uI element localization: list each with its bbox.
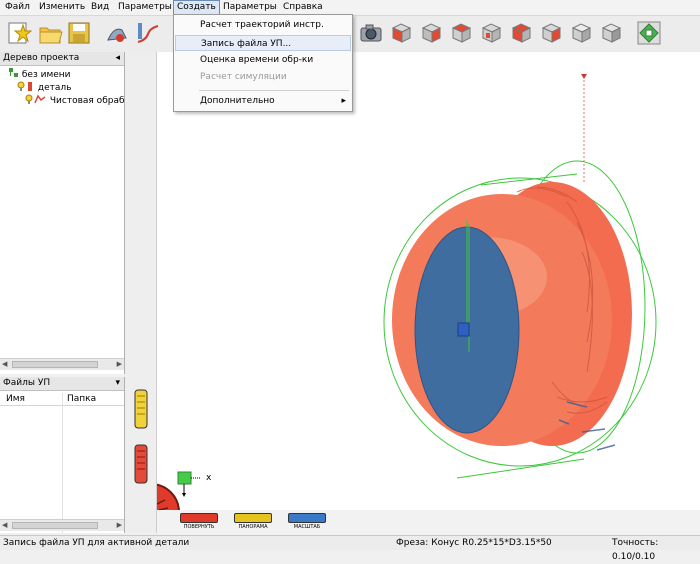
menu-edit[interactable]: Изменить [36,1,88,14]
pin-icon[interactable]: ◂ [115,52,120,65]
new-project-icon[interactable] [6,20,33,46]
toolpath-icon[interactable] [134,20,160,46]
yellow-slider-icon[interactable] [134,389,148,429]
menu-file[interactable]: Файл [2,1,33,14]
status-message: Запись файла УП для активной детали [3,538,190,548]
scroll-thumb[interactable] [12,522,98,529]
menu-parameters-2[interactable]: Параметры [220,1,280,14]
tree-node-label: деталь [37,83,72,93]
zoom-label: МАСШТАБ [293,524,321,530]
zoom-bar[interactable] [288,513,326,523]
menu-view[interactable]: Вид [88,1,112,14]
scroll-left-icon[interactable]: ◀ [2,360,7,368]
project-tree-panel: Дерево проекта ◂ без имени деталь Чистов… [0,52,136,374]
files-table-header: Имя Папка [0,393,124,533]
status-tolerance: Точность: 0.10/0.10 [612,538,659,562]
files-horizontal-scrollbar[interactable]: ◀ ▶ [0,519,124,531]
menu-item-write-nc-file[interactable]: Запись файла УП... [175,35,351,51]
tree-node-project[interactable]: без имени [9,68,71,80]
rotate-bar[interactable] [180,513,218,523]
menu-parameters[interactable]: Параметры [115,1,175,14]
scroll-right-icon[interactable]: ▶ [117,360,122,368]
project-tree-header: Дерево проекта ◂ [0,52,124,66]
rotate-label: ПОВЕРНУТЬ [183,524,215,530]
display-mode-icon[interactable] [636,20,662,46]
tree-node-label: Чистовая обрабоТ [49,96,136,106]
nc-files-title: Файлы УП [3,378,51,388]
scroll-thumb[interactable] [12,361,98,368]
vertical-control-strip [125,52,157,533]
panel-menu-icon[interactable]: ▾ [115,377,120,390]
view-top-icon[interactable] [448,20,474,46]
operation-icon [25,94,46,104]
column-name[interactable]: Имя [6,393,25,405]
menu-item-calc-toolpaths[interactable]: Расчет траекторий инстр. [175,17,351,33]
scroll-right-icon[interactable]: ▶ [117,521,122,529]
view-right-icon[interactable] [508,20,534,46]
tool-tip-marker [457,322,470,337]
tree-node-part[interactable]: деталь [17,81,71,93]
zoom-control[interactable]: МАСШТАБ [288,513,326,532]
column-folder[interactable]: Папка [67,393,96,405]
project-tree-title: Дерево проекта [3,53,80,63]
menu-help[interactable]: Справка [280,1,326,14]
rotate-dial-icon[interactable] [157,483,180,510]
menu-item-simulation: Расчет симуляции [200,72,287,82]
project-icon [9,68,18,77]
pan-control[interactable]: ПАНОРАМА [234,513,272,532]
menu-item-estimate-time[interactable]: Оценка времени обр-ки [175,52,351,68]
tree-horizontal-scrollbar[interactable]: ◀ ▶ [0,358,124,370]
nc-files-header: Файлы УП ▾ [0,377,124,391]
pan-bar[interactable] [234,513,272,523]
3d-viewport[interactable]: x [157,52,700,510]
red-slider-icon[interactable] [134,444,148,484]
axis-x-label: x [206,473,212,483]
part-icon [17,81,32,91]
view-back-icon[interactable] [538,20,564,46]
camera-icon[interactable] [358,20,384,46]
status-bar: Запись файла УП для активной детали Фрез… [0,535,700,562]
view-bottom-icon[interactable] [568,20,594,46]
create-menu-dropdown: Расчет траекторий инстр. Запись файла УП… [173,14,353,112]
view-front-icon[interactable] [418,20,444,46]
view-iso-icon[interactable] [388,20,414,46]
tree-node-label: без имени [21,70,71,80]
menu-separator [199,90,349,91]
menu-create[interactable]: Создать [173,0,220,15]
menu-item-label: Дополнительно [200,96,275,106]
z-axis-marker [581,74,587,79]
tree-node-operation[interactable]: Чистовая обрабоТ [25,94,136,106]
status-tool: Фреза: Конус R0.25*15*D3.15*50 [396,538,552,548]
save-icon[interactable] [66,20,92,46]
view-wire-icon[interactable] [598,20,624,46]
scroll-left-icon[interactable]: ◀ [2,521,7,529]
open-folder-icon[interactable] [37,20,63,46]
tool-icon[interactable] [104,20,130,46]
nc-files-panel: Файлы УП ▾ Имя Папка ◀ ▶ [0,377,125,533]
menu-item-additional[interactable]: Дополнительно ▸ [175,93,351,109]
view-left-icon[interactable] [478,20,504,46]
submenu-arrow-icon: ▸ [341,96,346,106]
pan-label: ПАНОРАМА [238,524,268,530]
axis-indicator-box [177,471,192,485]
view-controls-bar: ПОВЕРНУТЬ ПАНОРАМА МАСШТАБ [157,510,700,534]
rotate-control[interactable]: ПОВЕРНУТЬ [180,513,218,532]
